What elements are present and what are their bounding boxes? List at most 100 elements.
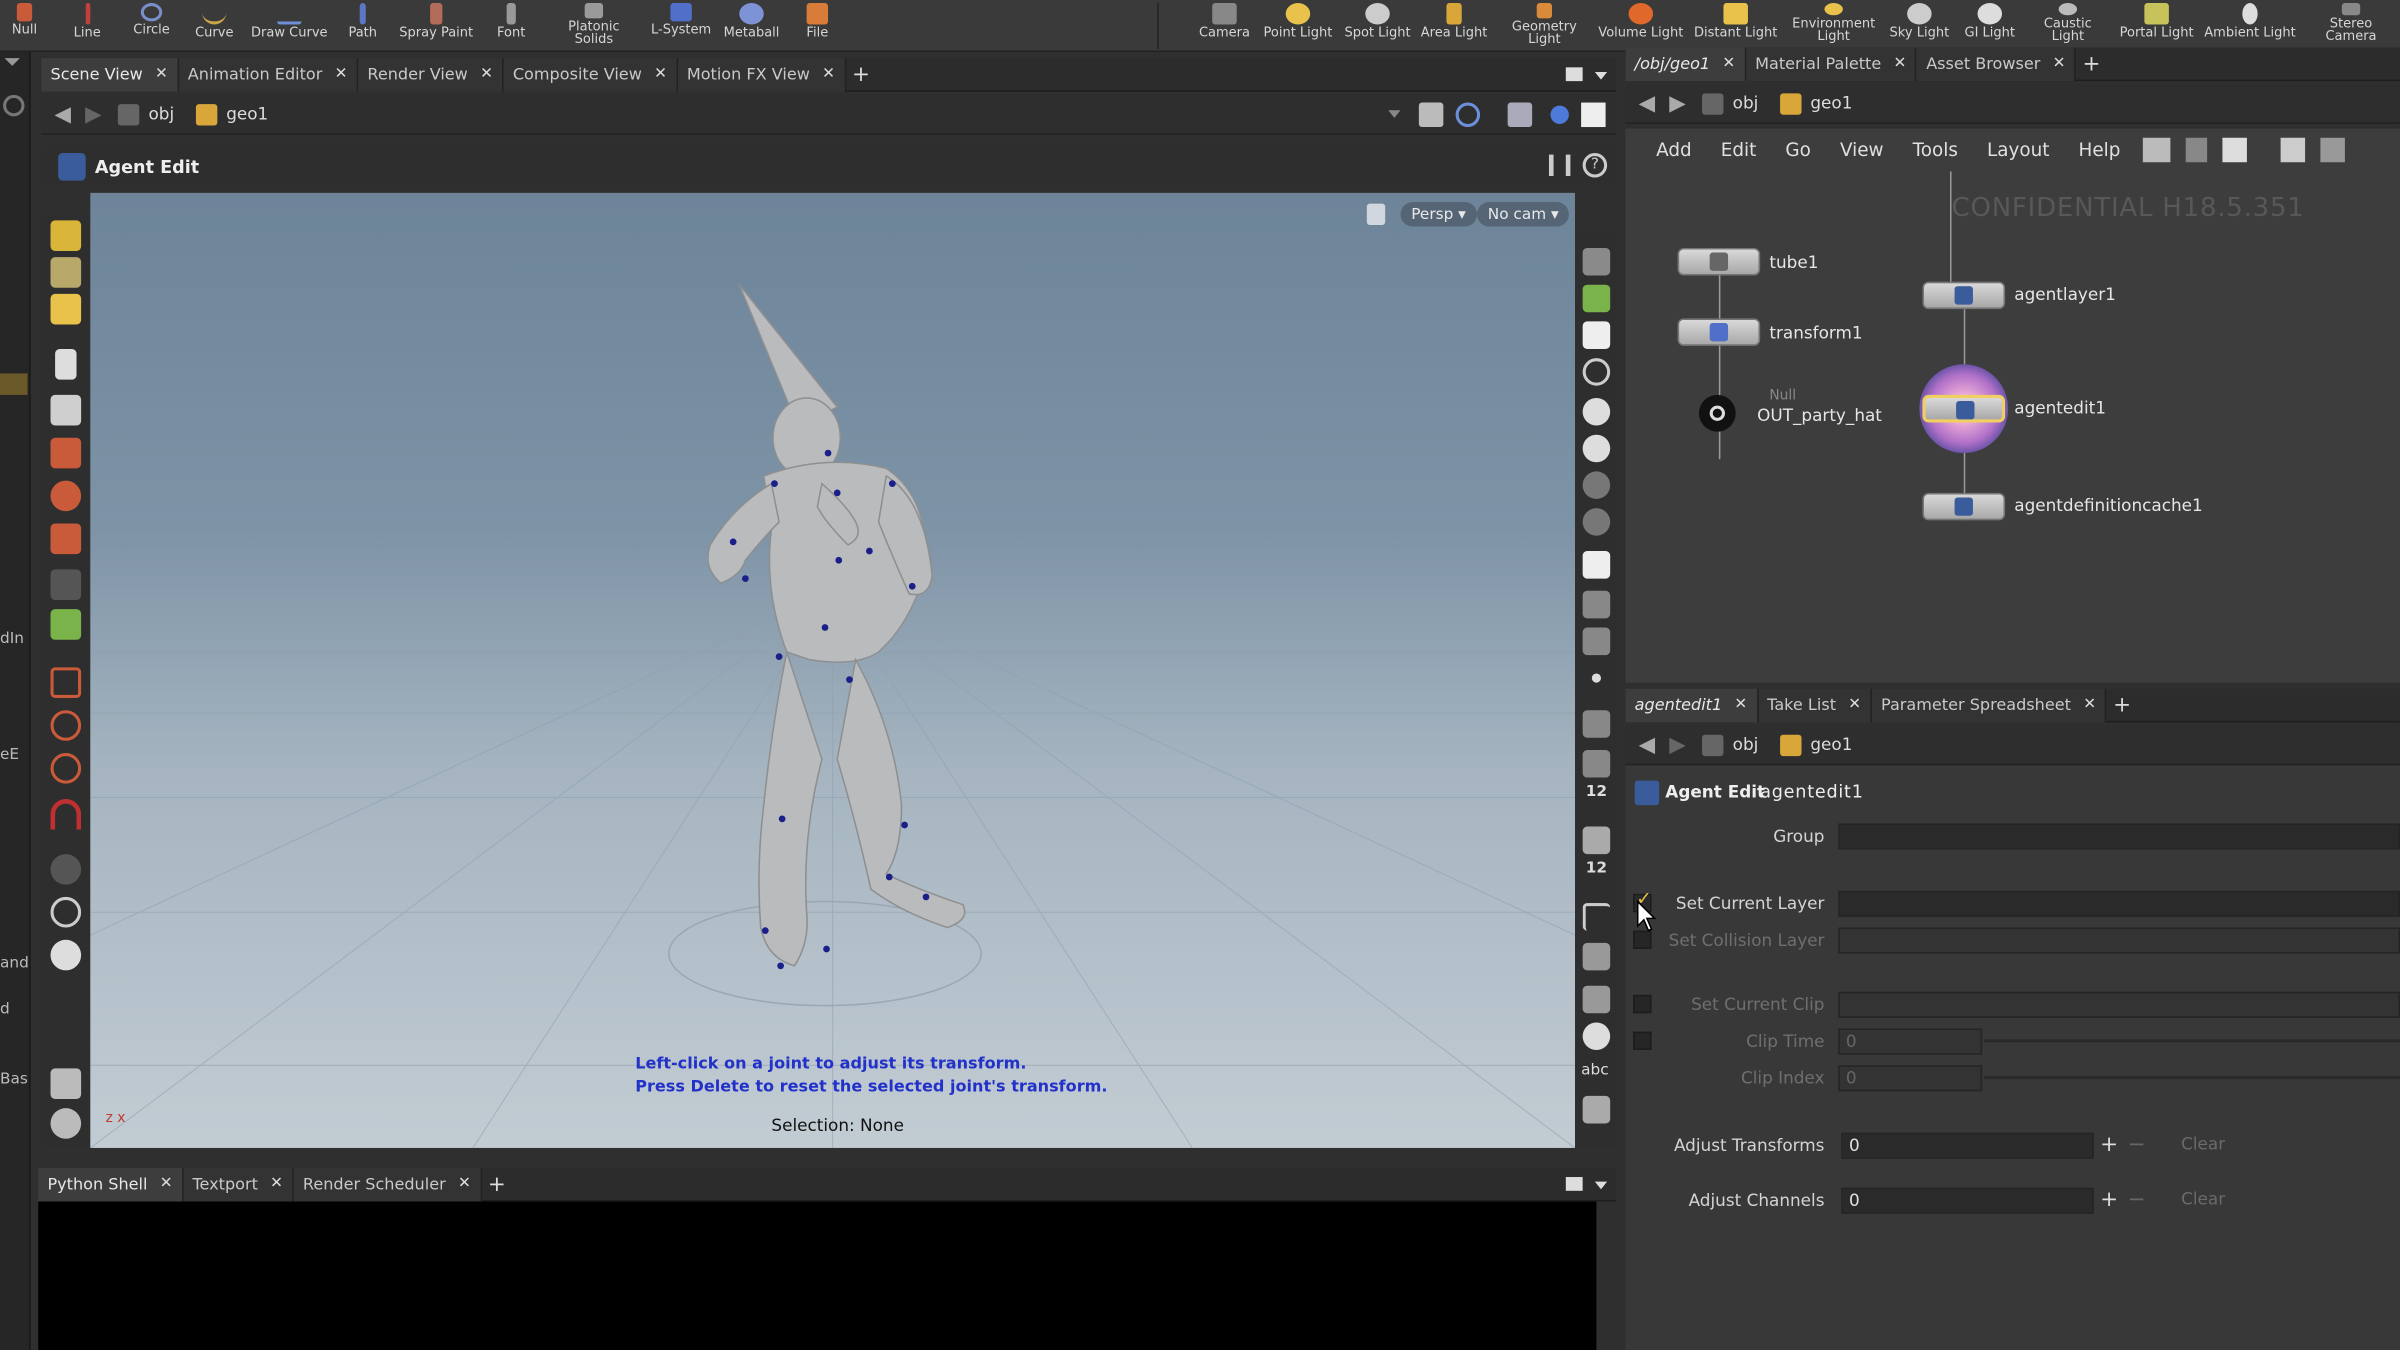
- text-display-icon[interactable]: abc: [1581, 1062, 1609, 1079]
- clear-channels-button[interactable]: Clear: [2181, 1189, 2225, 1209]
- adjust-transforms-field[interactable]: 0: [1841, 1132, 2094, 1159]
- close-icon[interactable]: ✕: [654, 66, 667, 83]
- shelf-metaball[interactable]: Metaball: [719, 0, 783, 52]
- tab-animation-editor[interactable]: Animation Editor ✕: [178, 57, 359, 92]
- camera-menu[interactable]: No cam ▾: [1477, 202, 1570, 227]
- tab-parameter-spreadsheet[interactable]: Parameter Spreadsheet ✕: [1871, 688, 2107, 722]
- grid-small-icon[interactable]: [2320, 137, 2345, 163]
- tab-asset-browser[interactable]: Asset Browser ✕: [1917, 46, 2077, 81]
- close-icon[interactable]: ✕: [458, 1176, 471, 1193]
- chevron-down-icon[interactable]: [1594, 1181, 1608, 1190]
- clip-time-field[interactable]: 0: [1838, 1028, 1983, 1055]
- shelf-distant-light[interactable]: Distant Light: [1693, 0, 1779, 52]
- corner-icon[interactable]: [1582, 903, 1611, 931]
- toggle-icon[interactable]: [1582, 590, 1611, 619]
- lasso-icon[interactable]: [50, 710, 82, 741]
- shelf-volume-light[interactable]: Volume Light: [1598, 0, 1684, 52]
- shelf-null[interactable]: Null: [3, 0, 46, 52]
- frame-icon[interactable]: [1582, 551, 1611, 579]
- tab-scene-view[interactable]: Scene View ✕: [41, 57, 179, 92]
- clip-index-field[interactable]: 0: [1838, 1065, 1983, 1092]
- breadcrumb-geo[interactable]: geo1: [195, 103, 268, 125]
- number-display-icon[interactable]: 12: [1586, 784, 1607, 801]
- light-icon[interactable]: [1582, 508, 1611, 536]
- shelf-file[interactable]: File: [796, 0, 839, 52]
- shelf-point-light[interactable]: Point Light: [1261, 0, 1334, 52]
- close-icon[interactable]: ✕: [480, 66, 493, 83]
- tool-options-icon[interactable]: [1548, 154, 1571, 177]
- shelf-caustic-light[interactable]: Caustic Light: [2036, 0, 2100, 52]
- breadcrumb-obj[interactable]: obj: [1702, 92, 1758, 115]
- brush-icon[interactable]: [1582, 710, 1611, 738]
- chevron-down-icon[interactable]: [1388, 110, 1401, 118]
- camera-orbit-icon[interactable]: [50, 896, 82, 928]
- set-current-layer-field[interactable]: [1838, 890, 2400, 917]
- pose-icon[interactable]: [50, 569, 82, 600]
- shelf-draw-curve[interactable]: Draw Curve: [248, 0, 331, 52]
- back-arrow-icon[interactable]: ◀: [47, 99, 78, 130]
- dots-icon[interactable]: [1582, 942, 1611, 971]
- chevron-down-icon[interactable]: [4, 58, 20, 66]
- close-icon[interactable]: ✕: [335, 66, 348, 83]
- adjust-channels-field[interactable]: 0: [1841, 1187, 2094, 1214]
- close-icon[interactable]: ✕: [1722, 55, 1735, 72]
- add-tab-icon[interactable]: +: [2076, 51, 2107, 75]
- add-transform-button[interactable]: +: [2097, 1133, 2121, 1157]
- point-display-icon[interactable]: [1591, 673, 1602, 683]
- normals-icon[interactable]: [1582, 985, 1611, 1014]
- menu-help[interactable]: Help: [2079, 139, 2121, 160]
- shelf-spot-light[interactable]: Spot Light: [1344, 0, 1411, 52]
- close-icon[interactable]: ✕: [155, 66, 168, 83]
- shading-icon[interactable]: [1550, 105, 1569, 124]
- node-agentedit1[interactable]: [1922, 394, 2006, 423]
- close-icon[interactable]: ✕: [160, 1176, 173, 1193]
- tree-icon[interactable]: [2185, 137, 2208, 163]
- shelf-portal-light[interactable]: Portal Light: [2118, 0, 2195, 52]
- pane-menu-icon[interactable]: [1565, 67, 1583, 82]
- close-icon[interactable]: ✕: [1734, 696, 1747, 713]
- back-arrow-icon[interactable]: ◀: [1632, 88, 1663, 119]
- shelf-lsystem[interactable]: L-System: [643, 0, 720, 52]
- select-prims-icon[interactable]: [50, 293, 82, 325]
- grid-icon[interactable]: [2280, 137, 2306, 163]
- display-all-icon[interactable]: [1582, 1022, 1611, 1050]
- breadcrumb-obj[interactable]: obj: [117, 103, 174, 125]
- node-transform1[interactable]: [1677, 318, 1761, 346]
- light-tool-icon[interactable]: [50, 939, 82, 971]
- forward-arrow-icon[interactable]: ▶: [1662, 88, 1693, 119]
- add-channel-button[interactable]: +: [2097, 1188, 2121, 1212]
- tab-network-geo1[interactable]: /obj/geo1 ✕: [1625, 46, 1746, 81]
- close-icon[interactable]: ✕: [822, 66, 835, 83]
- close-circle-icon[interactable]: [1582, 358, 1611, 386]
- view-tool-icon[interactable]: [50, 667, 82, 698]
- light-icon[interactable]: [1582, 471, 1611, 499]
- python-shell-panel[interactable]: [38, 1201, 1597, 1350]
- persp-menu[interactable]: Persp ▾: [1400, 202, 1477, 227]
- tab-render-view[interactable]: Render View ✕: [358, 57, 504, 92]
- set-collision-layer-field[interactable]: [1838, 927, 2400, 954]
- add-tab-icon[interactable]: +: [846, 62, 877, 86]
- breadcrumb-geo[interactable]: geo1: [1779, 733, 1852, 756]
- forward-arrow-icon[interactable]: ▶: [78, 99, 109, 130]
- display-icon[interactable]: [1582, 247, 1611, 276]
- agent-edit-tool-icon[interactable]: [50, 609, 82, 640]
- shelf-sky-light[interactable]: Sky Light: [1886, 0, 1953, 52]
- node-out-party-hat[interactable]: [1687, 392, 1748, 438]
- clear-transforms-button[interactable]: Clear: [2181, 1134, 2225, 1154]
- background-icon[interactable]: [1581, 102, 1606, 128]
- agent-figure[interactable]: [707, 284, 966, 967]
- lock-icon[interactable]: [50, 394, 82, 426]
- select-arrow-icon[interactable]: [55, 348, 77, 380]
- menu-edit[interactable]: Edit: [1721, 139, 1757, 160]
- paint-select-icon[interactable]: [50, 753, 82, 784]
- list-icon[interactable]: [2222, 137, 2247, 163]
- magnet-icon[interactable]: [50, 798, 82, 830]
- chevron-down-icon[interactable]: [1594, 71, 1608, 80]
- node-name-field[interactable]: agentedit1: [1760, 781, 2400, 805]
- close-icon[interactable]: ✕: [1848, 696, 1861, 713]
- snapping-icon[interactable]: [1455, 102, 1481, 128]
- pin-icon[interactable]: [1418, 102, 1444, 128]
- clip-time-slider[interactable]: [1983, 1039, 2400, 1043]
- select-points-icon[interactable]: [50, 257, 82, 288]
- rotate-icon[interactable]: [50, 480, 82, 512]
